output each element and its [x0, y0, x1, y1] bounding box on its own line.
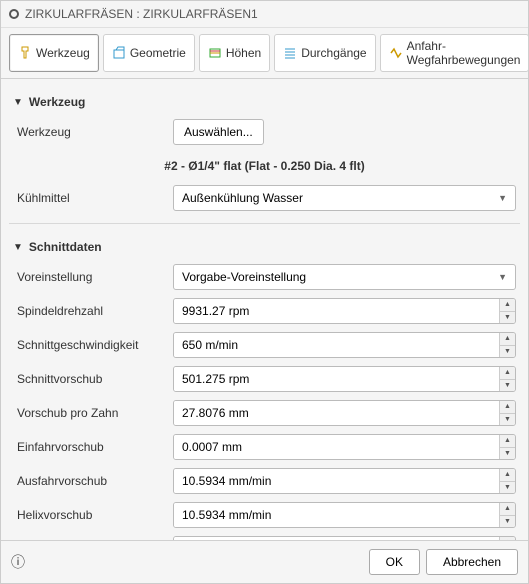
spinner-down-icon[interactable]: ▼: [500, 414, 515, 426]
preset-value: Vorgabe-Voreinstellung: [182, 270, 306, 284]
helix-feed-row: Helixvorschub ▲▼: [13, 498, 516, 532]
spinner-up-icon[interactable]: ▲: [500, 435, 515, 448]
tool-select-button[interactable]: Auswählen...: [173, 119, 264, 145]
plunge-feed-row: Eintauchvorschub ▲▼: [13, 532, 516, 540]
tab-tool[interactable]: Werkzeug: [9, 34, 99, 72]
feed-per-tooth-label: Vorschub pro Zahn: [13, 406, 173, 420]
tab-passes[interactable]: Durchgänge: [274, 34, 375, 72]
section-cutting-header[interactable]: ▼ Schnittdaten: [13, 232, 516, 260]
lead-out-feed-label: Ausfahrvorschub: [13, 474, 173, 488]
surface-speed-label: Schnittgeschwindigkeit: [13, 338, 173, 352]
tab-linking-label: Anfahr-Wegfahrbewegungen: [407, 39, 521, 67]
lead-out-feed-input[interactable]: ▲▼: [173, 468, 516, 494]
tab-geometry-label: Geometrie: [130, 46, 186, 60]
cutting-feed-label: Schnittvorschub: [13, 372, 173, 386]
info-icon[interactable]: ⓘ: [11, 552, 25, 572]
tab-heights[interactable]: Höhen: [199, 34, 270, 72]
surface-speed-field[interactable]: [174, 333, 499, 357]
tool-row: Werkzeug Auswählen...: [13, 115, 516, 149]
helix-feed-label: Helixvorschub: [13, 508, 173, 522]
content-area: ▼ Werkzeug Werkzeug Auswählen... #2 - Ø1…: [1, 79, 528, 540]
dialog-header: ZIRKULARFRÄSEN : ZIRKULARFRÄSEN1: [1, 1, 528, 28]
heights-icon: [208, 46, 222, 60]
spinner-down-icon[interactable]: ▼: [500, 482, 515, 494]
operation-icon: [9, 9, 19, 19]
surface-speed-row: Schnittgeschwindigkeit ▲▼: [13, 328, 516, 362]
dialog-footer: ⓘ OK Abbrechen: [1, 540, 528, 583]
spindle-speed-label: Spindeldrehzahl: [13, 304, 173, 318]
lead-in-feed-input[interactable]: ▲▼: [173, 434, 516, 460]
spinner-up-icon[interactable]: ▲: [500, 401, 515, 414]
surface-speed-input[interactable]: ▲▼: [173, 332, 516, 358]
spindle-speed-field[interactable]: [174, 299, 499, 323]
spinner-up-icon[interactable]: ▲: [500, 469, 515, 482]
chevron-down-icon: ▼: [13, 242, 23, 253]
tab-linking[interactable]: Anfahr-Wegfahrbewegungen: [380, 34, 529, 72]
divider: [9, 223, 520, 224]
cancel-button[interactable]: Abbrechen: [426, 549, 518, 575]
feed-per-tooth-field[interactable]: [174, 401, 499, 425]
tool-description: #2 - Ø1/4" flat (Flat - 0.250 Dia. 4 flt…: [13, 149, 516, 181]
coolant-label: Kühlmittel: [13, 191, 173, 205]
feed-per-tooth-row: Vorschub pro Zahn ▲▼: [13, 396, 516, 430]
lead-in-feed-label: Einfahrvorschub: [13, 440, 173, 454]
spinner-down-icon[interactable]: ▼: [500, 516, 515, 528]
helix-feed-field[interactable]: [174, 503, 499, 527]
lead-in-feed-field[interactable]: [174, 435, 499, 459]
cutting-feed-input[interactable]: ▲▼: [173, 366, 516, 392]
tab-passes-label: Durchgänge: [301, 46, 366, 60]
tool-label: Werkzeug: [13, 125, 173, 139]
spindle-speed-row: Spindeldrehzahl ▲▼: [13, 294, 516, 328]
geometry-icon: [112, 46, 126, 60]
spinner-down-icon[interactable]: ▼: [500, 346, 515, 358]
spinner-down-icon[interactable]: ▼: [500, 312, 515, 324]
section-tool-title: Werkzeug: [29, 95, 85, 109]
chevron-down-icon: ▼: [498, 193, 507, 203]
spinner-up-icon[interactable]: ▲: [500, 299, 515, 312]
passes-icon: [283, 46, 297, 60]
spinner-up-icon[interactable]: ▲: [500, 333, 515, 346]
feed-per-tooth-input[interactable]: ▲▼: [173, 400, 516, 426]
linking-icon: [389, 46, 403, 60]
chevron-down-icon: ▼: [498, 272, 507, 282]
chevron-down-icon: ▼: [13, 97, 23, 108]
preset-label: Voreinstellung: [13, 270, 173, 284]
tab-bar: Werkzeug Geometrie Höhen Durchgänge Anfa…: [1, 28, 528, 79]
tab-geometry[interactable]: Geometrie: [103, 34, 195, 72]
ok-button[interactable]: OK: [369, 549, 420, 575]
cutting-feed-row: Schnittvorschub ▲▼: [13, 362, 516, 396]
preset-select[interactable]: Vorgabe-Voreinstellung ▼: [173, 264, 516, 290]
tab-heights-label: Höhen: [226, 46, 261, 60]
cutting-feed-field[interactable]: [174, 367, 499, 391]
lead-out-feed-field[interactable]: [174, 469, 499, 493]
section-cutting-title: Schnittdaten: [29, 240, 102, 254]
tab-tool-label: Werkzeug: [36, 46, 90, 60]
tool-icon: [18, 46, 32, 60]
spinner-down-icon[interactable]: ▼: [500, 448, 515, 460]
coolant-row: Kühlmittel Außenkühlung Wasser ▼: [13, 181, 516, 215]
spinner-up-icon[interactable]: ▲: [500, 503, 515, 516]
section-tool-header[interactable]: ▼ Werkzeug: [13, 87, 516, 115]
lead-in-feed-row: Einfahrvorschub ▲▼: [13, 430, 516, 464]
spinner-down-icon[interactable]: ▼: [500, 380, 515, 392]
spinner-up-icon[interactable]: ▲: [500, 367, 515, 380]
spindle-speed-input[interactable]: ▲▼: [173, 298, 516, 324]
coolant-value: Außenkühlung Wasser: [182, 191, 303, 205]
helix-feed-input[interactable]: ▲▼: [173, 502, 516, 528]
coolant-select[interactable]: Außenkühlung Wasser ▼: [173, 185, 516, 211]
lead-out-feed-row: Ausfahrvorschub ▲▼: [13, 464, 516, 498]
preset-row: Voreinstellung Vorgabe-Voreinstellung ▼: [13, 260, 516, 294]
dialog-title: ZIRKULARFRÄSEN : ZIRKULARFRÄSEN1: [25, 7, 258, 21]
